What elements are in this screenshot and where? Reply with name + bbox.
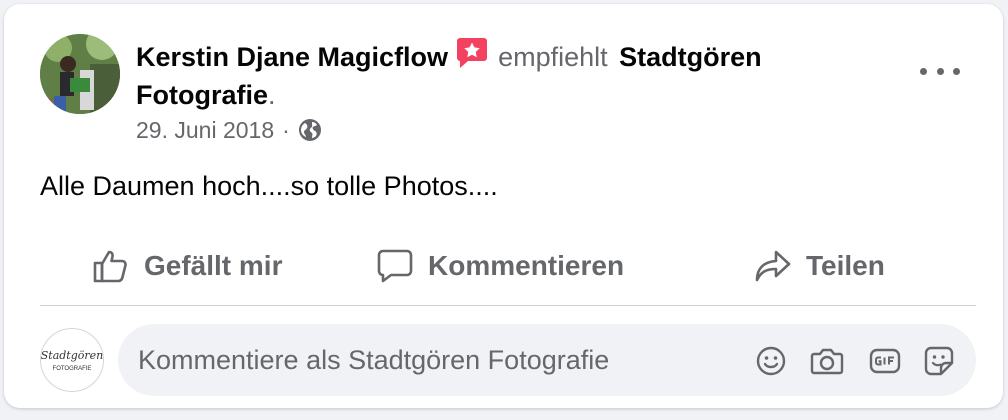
comment-box (118, 324, 976, 396)
share-label: Teilen (806, 250, 885, 281)
meta-separator: · (282, 117, 290, 143)
comment-label: Kommentieren (428, 250, 625, 281)
like-label: Gefällt mir (144, 250, 283, 281)
author-name[interactable]: Kerstin Djane Magicflow (136, 42, 448, 72)
share-icon (755, 250, 791, 282)
actions-divider (40, 305, 976, 306)
camera-icon[interactable] (810, 344, 844, 378)
more-dot-icon (953, 67, 960, 75)
author-avatar[interactable] (40, 34, 120, 114)
comment-button[interactable]: Kommentieren (376, 236, 624, 296)
post-header: Kerstin Djane Magicflow empfiehlt Stadtgö… (136, 36, 876, 114)
gif-icon[interactable] (868, 344, 902, 378)
like-button[interactable]: Gefällt mir (92, 236, 282, 296)
comment-icon (377, 249, 413, 283)
header-period: . (268, 80, 276, 110)
more-dot-icon (936, 67, 944, 75)
page-avatar[interactable]: Stadtgören FOTOGRAFIE (40, 328, 104, 392)
post-meta: 29. Juni 2018 · (136, 114, 322, 146)
globe-icon (298, 118, 322, 142)
post-actions: Gefällt mir Kommentieren Teilen (40, 236, 976, 296)
post-text: Alle Daumen hoch....so tolle Photos.... (40, 171, 498, 201)
post-date[interactable]: 29. Juni 2018 (136, 114, 274, 146)
comment-input[interactable] (138, 324, 738, 396)
thumbs-up-icon (93, 250, 127, 283)
page-avatar-logo-text: Stadtgören (41, 349, 103, 362)
more-options-button[interactable] (920, 60, 960, 82)
more-dot-icon (920, 67, 927, 75)
sticker-icon[interactable] (922, 344, 956, 378)
star-badge-icon (456, 36, 488, 70)
post-card: Kerstin Djane Magicflow empfiehlt Stadtgö… (4, 4, 1003, 408)
share-button[interactable]: Teilen (754, 236, 885, 296)
emoji-icon[interactable] (754, 344, 788, 378)
recommend-verb: empfiehlt (498, 42, 608, 72)
page-avatar-logo-subtext: FOTOGRAFIE (53, 366, 92, 372)
